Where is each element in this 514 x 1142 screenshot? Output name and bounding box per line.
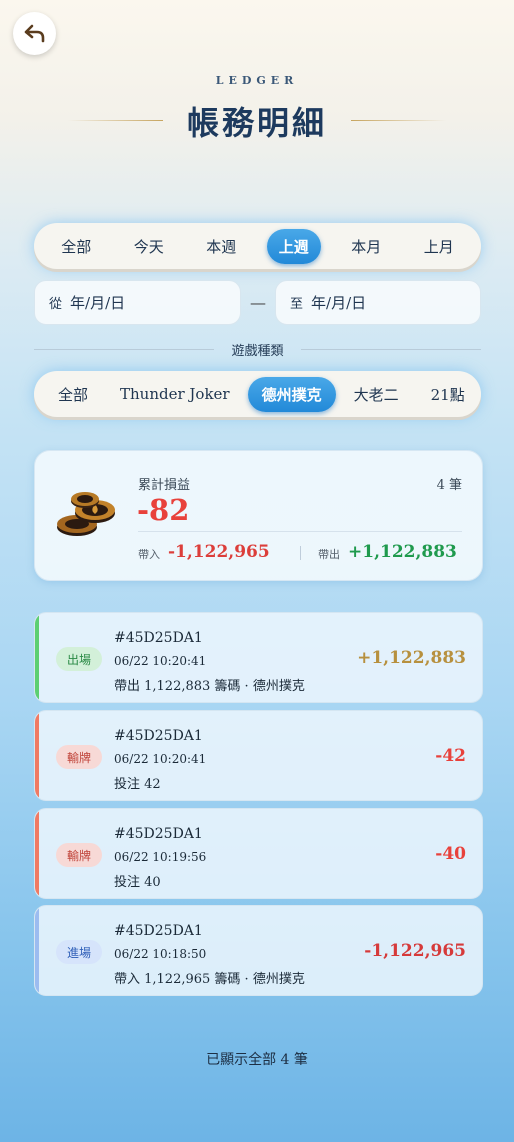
tab-game-all[interactable]: 全部 [44, 377, 102, 412]
page-eyebrow: LEDGER [215, 74, 299, 87]
tab-period-today[interactable]: 今天 [122, 229, 176, 264]
tab-period-all[interactable]: 全部 [49, 229, 103, 264]
date-from-prefix: 從 [49, 297, 63, 312]
game-type-tabs: 全部 Thunder Joker 德州撲克 大老二 21點 [34, 371, 481, 417]
record-id: #45D25DA1 [114, 923, 203, 939]
record-id: #45D25DA1 [114, 728, 203, 744]
divider [301, 349, 481, 350]
divider [138, 531, 462, 532]
back-arrow-icon [24, 24, 44, 42]
title-row: 帳務明細 [0, 98, 514, 142]
record-time: 06/22 10:20:41 [114, 654, 207, 668]
summary-in-label: 帶入 [138, 548, 160, 561]
summary-in-value: -1,122,965 [168, 542, 270, 562]
back-button[interactable] [13, 12, 56, 55]
date-to-placeholder: 年/月/日 [311, 294, 367, 312]
divider [300, 546, 301, 560]
summary-count: 4 筆 [436, 478, 462, 493]
tab-game-texas-holdem[interactable]: 德州撲克 [247, 376, 336, 412]
date-from-placeholder: 年/月/日 [70, 294, 126, 312]
record-amount: -42 [435, 746, 466, 766]
record-id: #45D25DA1 [114, 630, 203, 646]
summary-out-label: 帶出 [318, 548, 340, 561]
tab-game-thunder-joker[interactable]: Thunder Joker [106, 378, 244, 410]
date-to-field[interactable]: 至 年/月/日 [275, 280, 481, 325]
record-desc: 投注 42 [114, 777, 161, 792]
tab-game-big-two[interactable]: 大老二 [340, 377, 413, 412]
record-accent [35, 906, 39, 995]
poker-chips-icon [57, 492, 115, 536]
status-badge: 輸牌 [56, 745, 102, 769]
tab-period-this-week[interactable]: 本週 [194, 229, 248, 264]
title-rule-right [351, 120, 446, 121]
period-filter-tabs: 全部 今天 本週 上週 本月 上月 [34, 223, 481, 269]
record-card[interactable]: 出場 #45D25DA1 06/22 10:20:41 帶出 1,122,883… [34, 612, 483, 703]
record-desc: 帶入 1,122,965 籌碼 · 德州撲克 [114, 972, 305, 987]
status-badge: 輸牌 [56, 843, 102, 867]
record-card[interactable]: 輸牌 #45D25DA1 06/22 10:20:41 投注 42 -42 [34, 710, 483, 801]
list-footer: 已顯示全部 4 筆 [206, 1052, 308, 1068]
record-card[interactable]: 輸牌 #45D25DA1 06/22 10:19:56 投注 40 -40 [34, 808, 483, 899]
record-time: 06/22 10:18:50 [114, 947, 207, 961]
record-accent [35, 711, 39, 800]
record-accent [35, 809, 39, 898]
record-id: #45D25DA1 [114, 826, 203, 842]
record-time: 06/22 10:19:56 [114, 850, 207, 864]
record-desc: 投注 40 [114, 875, 161, 890]
summary-label: 累計損益 [138, 478, 191, 493]
record-accent [35, 613, 39, 702]
tab-game-blackjack[interactable]: 21點 [417, 377, 479, 412]
record-card[interactable]: 進場 #45D25DA1 06/22 10:18:50 帶入 1,122,965… [34, 905, 483, 996]
status-badge: 進場 [56, 940, 102, 964]
tab-period-last-week[interactable]: 上週 [266, 228, 321, 264]
tab-period-last-month[interactable]: 上月 [412, 229, 466, 264]
date-to-prefix: 至 [290, 297, 304, 312]
record-amount: -40 [435, 844, 466, 864]
record-desc: 帶出 1,122,883 籌碼 · 德州撲克 [114, 679, 305, 694]
record-time: 06/22 10:20:41 [114, 752, 207, 766]
summary-value: -82 [137, 493, 190, 527]
record-amount: -1,122,965 [364, 941, 466, 961]
page-title: 帳務明細 [186, 104, 327, 142]
status-badge: 出場 [56, 647, 102, 671]
game-type-heading: 遊戲種類 [34, 340, 481, 359]
tab-period-this-month[interactable]: 本月 [339, 229, 393, 264]
date-separator: — [250, 293, 266, 312]
summary-out-value: +1,122,883 [348, 542, 457, 562]
date-from-field[interactable]: 從 年/月/日 [34, 280, 241, 325]
record-amount: +1,122,883 [357, 648, 466, 668]
summary-card: 累計損益 4 筆 -82 帶入 -1,122,965 帶出 +1,122,883 [34, 450, 483, 581]
